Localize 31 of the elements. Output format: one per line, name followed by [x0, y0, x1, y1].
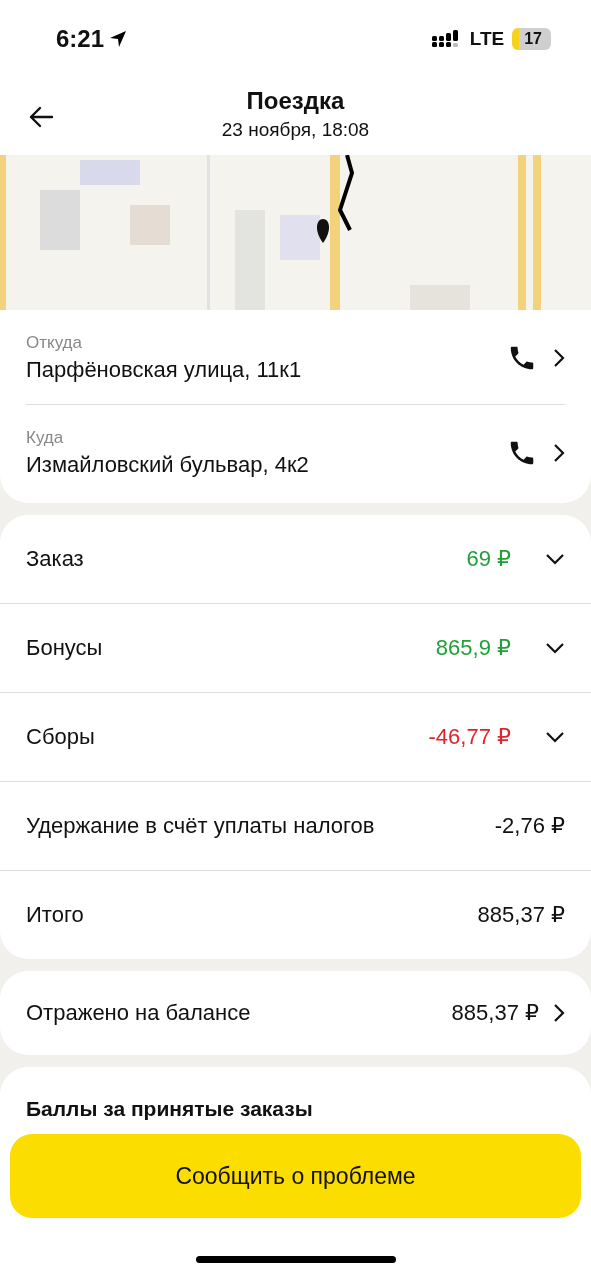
- payment-amount: -46,77 ₽: [428, 724, 511, 750]
- balance-label: Отражено на балансе: [26, 1000, 252, 1026]
- payment-amount: 69 ₽: [466, 546, 511, 572]
- chevron-down-icon[interactable]: [545, 553, 565, 565]
- payment-label: Заказ: [26, 546, 85, 572]
- back-arrow-icon: [28, 106, 54, 128]
- trip-date: 23 ноября, 18:08: [221, 118, 370, 141]
- balance-amount: 885,37 ₽: [451, 1000, 539, 1026]
- payment-label: Бонусы: [26, 635, 104, 661]
- address-text: Парфёновская улица, 11к1: [26, 357, 303, 383]
- chevron-right-icon[interactable]: [553, 1003, 565, 1023]
- payment-amount: -2,76 ₽: [494, 813, 565, 839]
- location-arrow-icon: [108, 29, 129, 49]
- chevron-right-icon[interactable]: [553, 348, 565, 368]
- report-problem-button[interactable]: Сообщить о проблеме: [10, 1134, 581, 1218]
- payment-label: Удержание в счёт уплаты налогов: [26, 813, 376, 839]
- payment-label: Итого: [26, 902, 85, 928]
- battery-indicator: 17: [512, 28, 551, 50]
- chevron-right-icon[interactable]: [553, 443, 565, 463]
- address-label: Откуда: [26, 333, 83, 353]
- chevron-down-icon[interactable]: [545, 642, 565, 654]
- payment-amount: 885,37 ₽: [477, 902, 565, 928]
- network-type: LTE: [469, 28, 505, 50]
- chevron-down-icon[interactable]: [545, 731, 565, 743]
- address-label: Куда: [26, 428, 65, 448]
- page-title: Поездка: [246, 86, 345, 115]
- payment-label: Сборы: [26, 724, 96, 750]
- section-title: Баллы за принятые заказы: [26, 1097, 313, 1120]
- clock-time: 6:21: [56, 25, 105, 53]
- payment-amount: 865,9 ₽: [435, 635, 511, 661]
- address-text: Измайловский бульвар, 4к2: [26, 452, 310, 478]
